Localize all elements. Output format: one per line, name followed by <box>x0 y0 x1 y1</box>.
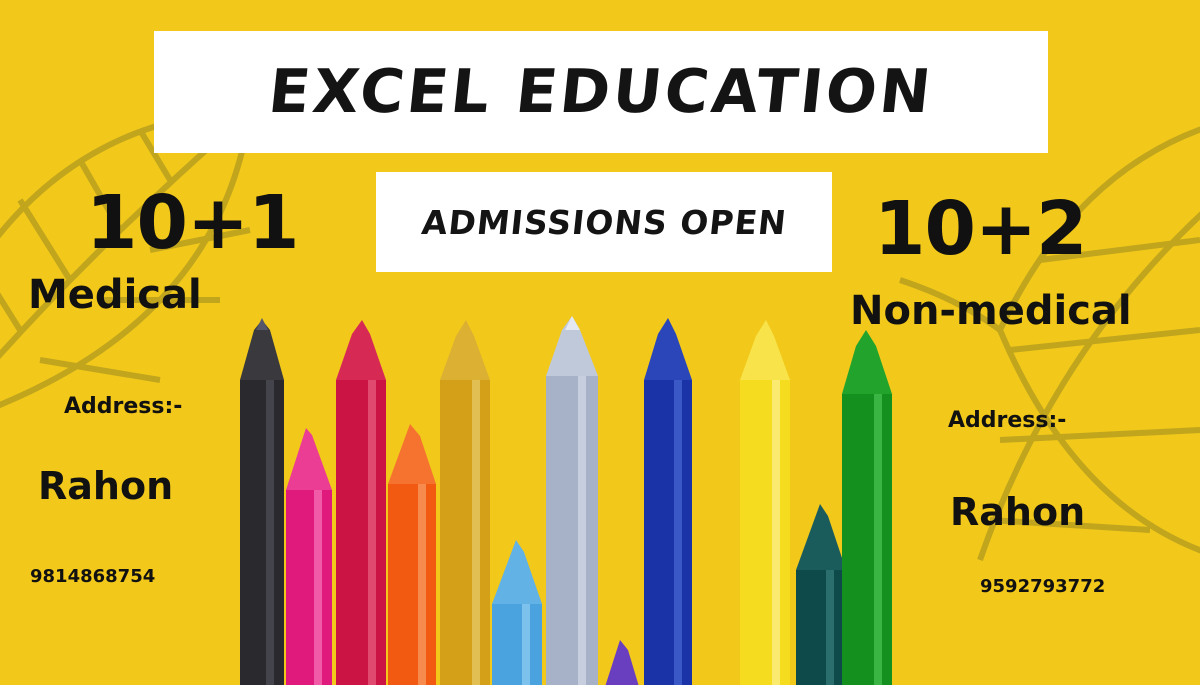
crayon-black <box>240 318 284 685</box>
crayon-dark-teal <box>796 504 846 685</box>
left-address-label: Address:- <box>64 394 183 419</box>
crayon-silver <box>546 316 598 685</box>
crayon-green <box>842 330 892 685</box>
right-place: Rahon <box>950 490 1086 534</box>
right-grade: 10+2 <box>874 186 1087 272</box>
crayon-magenta <box>286 428 332 685</box>
crayon-red <box>336 320 386 685</box>
title: EXCEL EDUCATION <box>265 57 937 127</box>
crayon-yellow <box>740 320 790 685</box>
left-stream: Medical <box>28 272 202 318</box>
right-stream: Non-medical <box>850 288 1132 334</box>
subtitle: ADMISSIONS OPEN <box>419 202 789 242</box>
crayon-gold <box>440 320 490 685</box>
left-place: Rahon <box>38 464 174 508</box>
title-banner: EXCEL EDUCATION <box>154 31 1048 153</box>
crayon-purple <box>605 640 639 685</box>
subtitle-banner: ADMISSIONS OPEN <box>376 172 832 272</box>
crayon-blue <box>644 318 692 685</box>
left-grade: 10+1 <box>86 180 299 266</box>
left-phone: 9814868754 <box>30 566 156 587</box>
crayon-orange <box>388 424 436 685</box>
right-address-label: Address:- <box>948 408 1067 433</box>
right-phone: 9592793772 <box>980 576 1106 597</box>
poster: EXCEL EDUCATION ADMISSIONS OPEN 10+1 Med… <box>0 0 1200 685</box>
crayon-light-blue <box>492 540 542 685</box>
